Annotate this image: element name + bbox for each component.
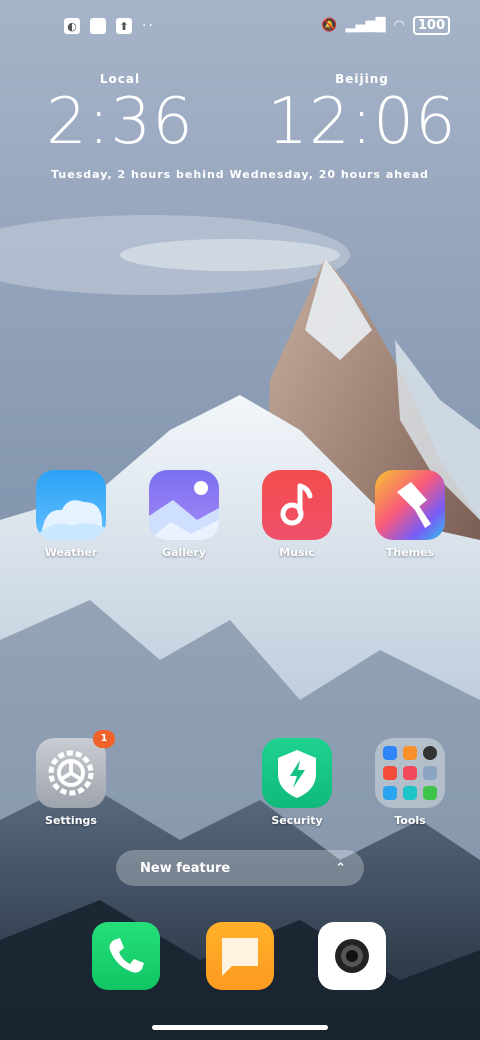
- folder-tools[interactable]: Tools: [360, 738, 460, 827]
- signal-icon: ▂▄▆█: [345, 18, 386, 33]
- app-music[interactable]: Music: [247, 470, 347, 559]
- app-gallery[interactable]: Gallery: [134, 470, 234, 559]
- themes-icon: [375, 470, 445, 540]
- app-label: Security: [271, 814, 323, 827]
- status-bar: ◐ ⬆ ·· 🔕 ▂▄▆█ ◠ 100: [0, 0, 480, 54]
- status-right-icons: 🔕 ▂▄▆█ ◠ 100: [321, 16, 450, 35]
- music-icon: [262, 470, 332, 540]
- clock-city-label: Beijing: [335, 72, 389, 86]
- notification-badge: 1: [93, 730, 115, 748]
- security-icon: [262, 738, 332, 808]
- clock-widget-local[interactable]: Local 2:36: [20, 72, 220, 158]
- new-feature-pill[interactable]: New feature ⌃: [116, 850, 364, 886]
- app-weather[interactable]: Weather: [21, 470, 121, 559]
- dock-messages[interactable]: [206, 922, 274, 990]
- weather-icon: [36, 470, 106, 540]
- square-icon: [90, 18, 106, 34]
- app-label: Themes: [385, 546, 435, 559]
- app-label: Tools: [394, 814, 426, 827]
- phone-icon: [109, 938, 144, 973]
- app-label: Weather: [44, 546, 98, 559]
- more-notifications-icon: ··: [142, 18, 155, 34]
- new-feature-label: New feature: [140, 860, 231, 876]
- clock-difference-text: Tuesday, 2 hours behind Wednesday, 20 ho…: [51, 168, 429, 181]
- app-label: Settings: [45, 814, 97, 827]
- upload-icon: ⬆: [116, 18, 132, 34]
- clock-time: 2:36: [46, 85, 194, 159]
- home-indicator[interactable]: [152, 1025, 328, 1030]
- app-security[interactable]: Security: [247, 738, 347, 827]
- messages-icon: [222, 938, 258, 976]
- app-label: Gallery: [161, 546, 207, 559]
- wifi-icon: ◠: [393, 18, 405, 33]
- camera-icon: [335, 939, 369, 973]
- clock-city-label: Local: [99, 72, 141, 86]
- mute-icon: 🔕: [321, 18, 338, 33]
- gallery-icon: [149, 470, 219, 540]
- status-left-icons: ◐ ⬆ ··: [64, 18, 155, 34]
- app-themes[interactable]: Themes: [360, 470, 460, 559]
- clock-widget-second[interactable]: Beijing 12:06: [262, 72, 462, 158]
- dock-phone[interactable]: [92, 922, 160, 990]
- clock-time: 12:06: [267, 85, 457, 159]
- battery-icon: 100: [412, 16, 450, 35]
- chevron-up-icon: ⌃: [335, 860, 346, 876]
- app-notification-icon: ◐: [64, 18, 80, 34]
- tools-folder-icon: [375, 738, 445, 808]
- dock-camera[interactable]: [318, 922, 386, 990]
- settings-icon: [36, 738, 106, 808]
- app-settings[interactable]: 1 Settings: [21, 730, 121, 827]
- app-label: Music: [279, 546, 315, 559]
